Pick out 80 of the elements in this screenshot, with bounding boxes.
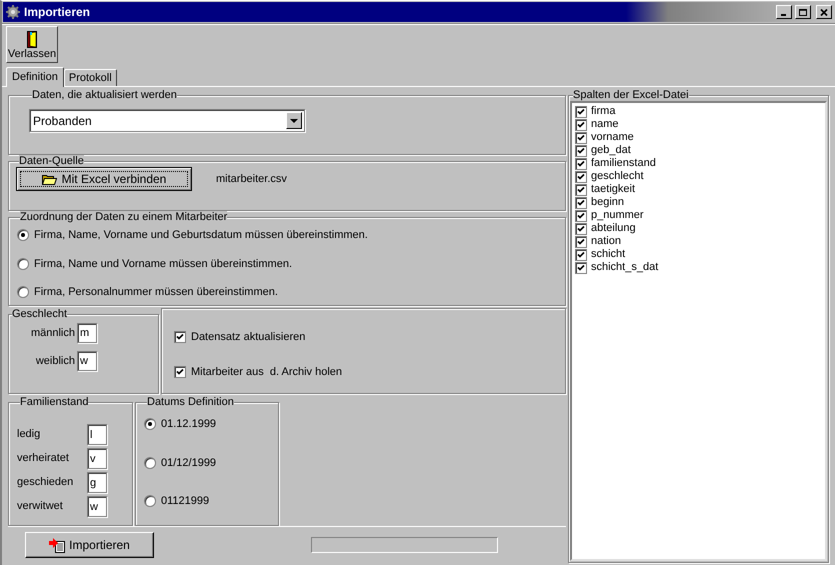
radio-button[interactable] <box>144 456 156 469</box>
checkbox[interactable] <box>575 106 587 118</box>
dropdown[interactable]: Probanden <box>29 109 305 132</box>
radio-button[interactable] <box>17 286 29 298</box>
checkbox[interactable] <box>174 331 186 344</box>
field-label: männlich <box>30 326 75 341</box>
column-label[interactable]: geb_dat <box>591 144 631 157</box>
checkbox[interactable] <box>575 236 587 248</box>
option-label: 01121999 <box>161 494 210 509</box>
checkbox[interactable] <box>575 132 587 144</box>
column-label[interactable]: abteilung <box>591 222 636 235</box>
radio-button[interactable] <box>17 229 29 242</box>
radio-button[interactable] <box>144 495 156 508</box>
connect-excel-button[interactable]: Mit Excel verbinden <box>16 167 192 191</box>
import-button[interactable]: Importieren <box>25 532 154 558</box>
column-label[interactable]: p_nummer <box>591 209 644 222</box>
column-label[interactable]: name <box>591 118 619 131</box>
minimize-icon <box>781 14 786 16</box>
close-icon <box>819 8 829 16</box>
option-label: Firma, Name, Vorname und Geburtsdatum müssen übereinstimmen. <box>34 228 368 243</box>
checkbox[interactable] <box>575 170 587 182</box>
minimize-button[interactable] <box>776 5 792 19</box>
column-label[interactable]: beginn <box>591 196 624 209</box>
field-label: verheiratet <box>17 451 70 466</box>
input-field[interactable]: m <box>77 323 97 343</box>
file-name: mitarbeiter.csv <box>216 172 287 187</box>
option-label: 01.12.1999 <box>161 417 216 432</box>
column-label[interactable]: nation <box>591 235 621 248</box>
column-label[interactable]: schicht <box>591 248 626 261</box>
input-field[interactable]: l <box>87 424 107 445</box>
column-label[interactable]: geschlecht <box>591 170 644 183</box>
input-field[interactable]: g <box>87 472 107 493</box>
radio-button[interactable] <box>144 418 156 430</box>
exit-button[interactable]: Verlassen <box>6 26 58 63</box>
option-label: Mitarbeiter aus d. Archiv holen <box>191 364 342 380</box>
group-title: Datums Definition <box>147 396 234 408</box>
close-button[interactable] <box>816 5 832 19</box>
tab[interactable]: Protokoll <box>64 69 117 86</box>
group-title: Geschlecht <box>12 308 68 320</box>
field-label: ledig <box>17 427 42 442</box>
field-label: weiblich <box>36 354 75 369</box>
tab[interactable]: Definition <box>6 67 64 87</box>
checkbox[interactable] <box>575 144 587 156</box>
field-label: verwitwet <box>17 499 64 514</box>
checkbox[interactable] <box>575 118 587 130</box>
checkbox[interactable] <box>575 222 587 234</box>
checkbox[interactable] <box>575 184 587 196</box>
group-title: Daten-Quelle <box>19 155 84 167</box>
input-field[interactable]: w <box>87 496 107 517</box>
checkbox[interactable] <box>575 248 587 260</box>
radio-button[interactable] <box>17 258 29 270</box>
door-icon <box>27 31 37 48</box>
group-title: Zuordnung der Daten zu einem Mitarbeiter <box>20 211 228 223</box>
checkbox[interactable] <box>575 196 587 208</box>
input-field[interactable]: w <box>77 351 97 371</box>
input-field[interactable]: v <box>87 448 107 469</box>
group-title: Familienstand <box>20 396 88 408</box>
column-label[interactable]: familienstand <box>591 157 656 170</box>
maximize-button[interactable] <box>795 5 811 19</box>
option-label: Firma, Personalnummer müssen übereinstimmen. <box>34 285 278 300</box>
column-label[interactable]: vorname <box>591 131 634 144</box>
column-label[interactable]: firma <box>591 105 616 118</box>
maximize-icon <box>798 8 808 16</box>
field-label: geschieden <box>17 475 74 490</box>
option-label: Datensatz aktualisieren <box>191 330 306 345</box>
column-label[interactable]: schicht_s_dat <box>591 261 658 274</box>
option-label: Firma, Name und Vorname müssen übereinstimmen. <box>34 256 292 272</box>
window-title: Importieren <box>24 4 92 21</box>
column-label[interactable]: taetigkeit <box>591 183 636 196</box>
option-label: 01/12/1999 <box>161 456 216 470</box>
gear-icon <box>5 4 21 20</box>
folder-icon <box>42 174 57 184</box>
group-title: Spalten der Excel-Datei <box>573 89 689 101</box>
checkbox[interactable] <box>575 262 587 274</box>
checkbox[interactable] <box>575 210 587 222</box>
import-icon <box>49 538 66 552</box>
checkbox[interactable] <box>575 158 587 170</box>
group-title: Daten, die aktualisiert werden <box>32 89 177 101</box>
checkbox[interactable] <box>174 366 186 378</box>
caret-icon <box>290 118 298 122</box>
